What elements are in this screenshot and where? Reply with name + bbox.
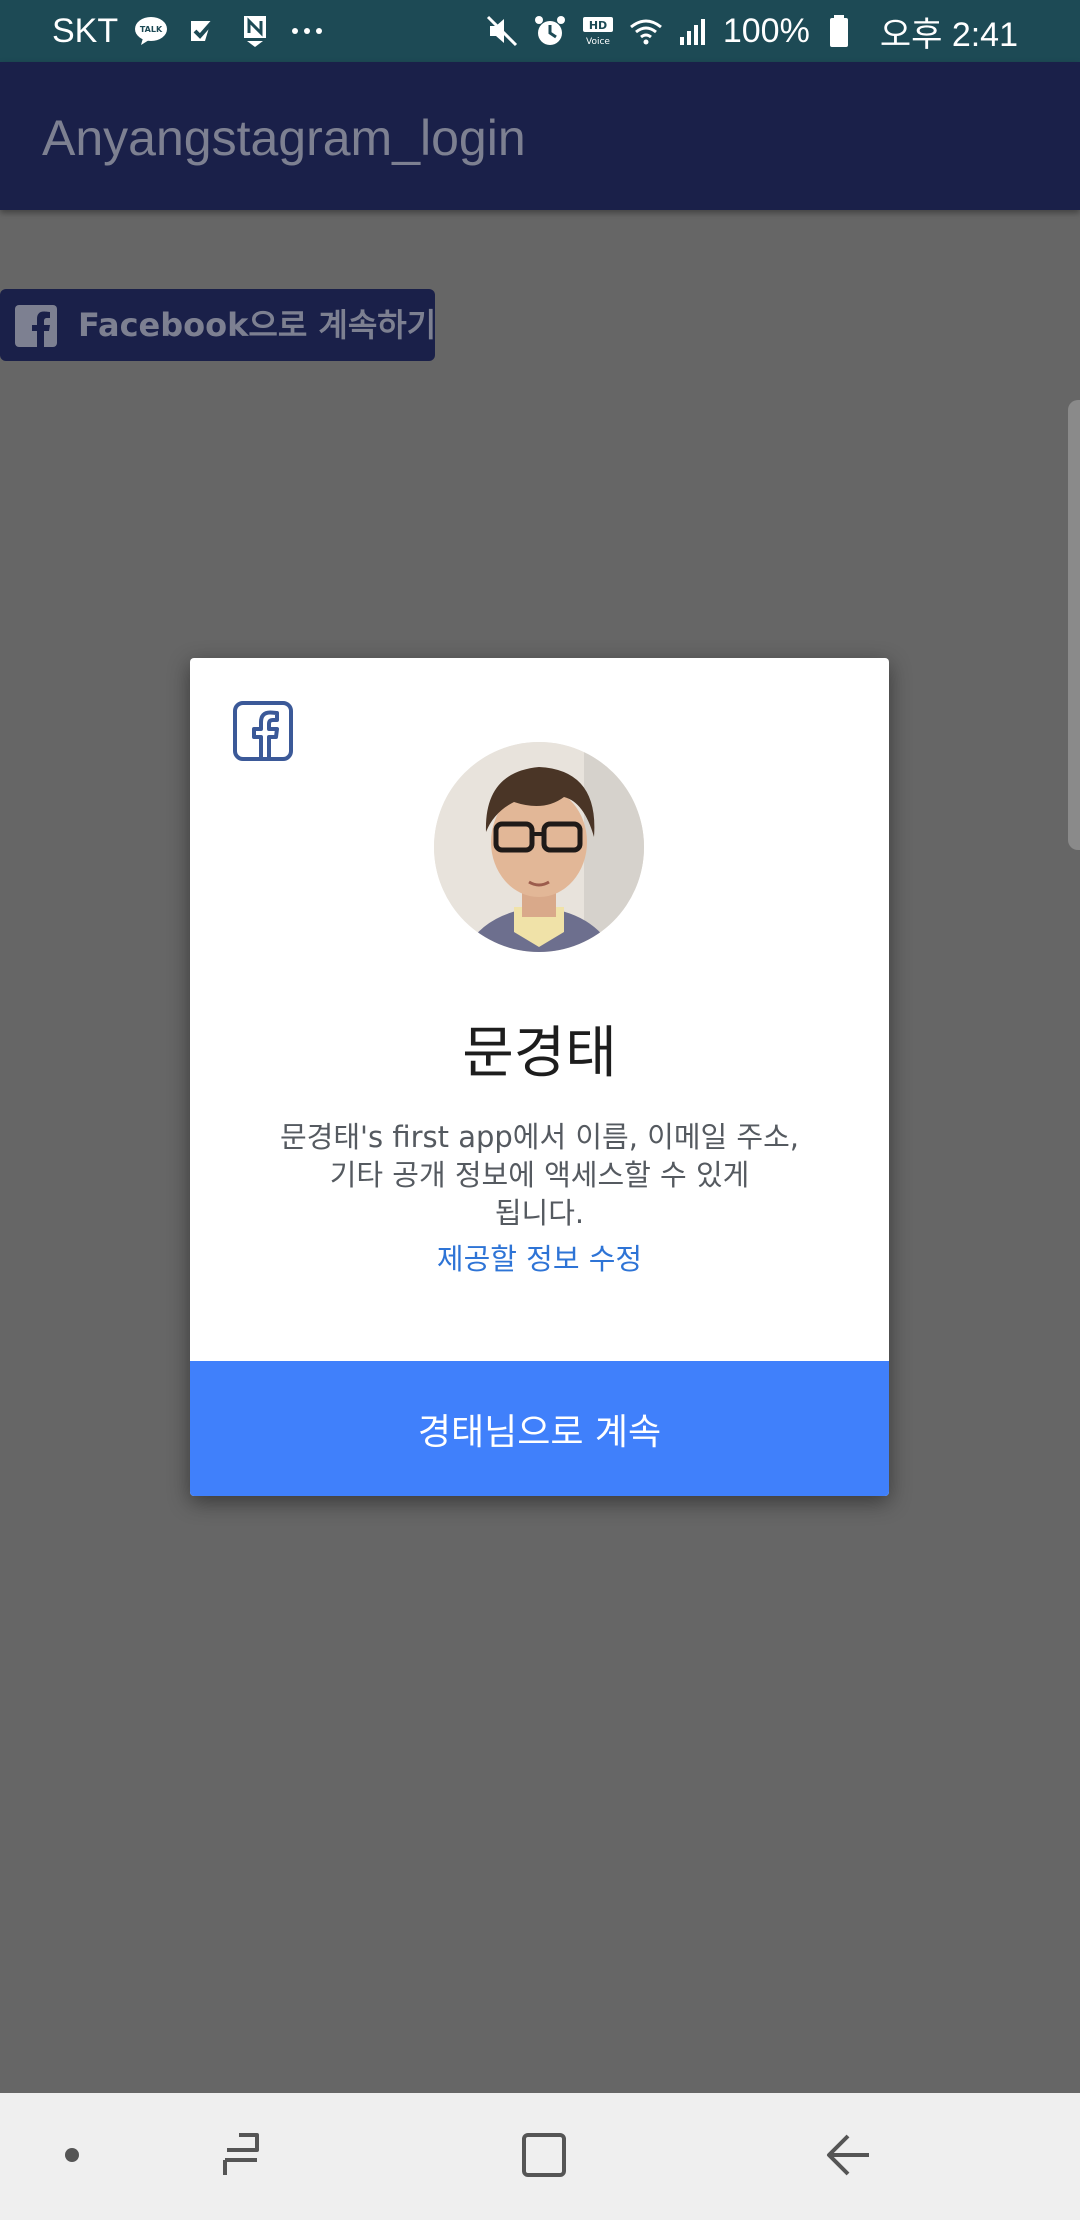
facebook-f-icon xyxy=(15,305,57,347)
back-button[interactable] xyxy=(806,2093,890,2220)
facebook-permission-dialog: 문경태 문경태's first app에서 이름, 이메일 주소, 기타 공개 … xyxy=(190,658,889,1496)
edge-panel-handle[interactable] xyxy=(1068,400,1080,850)
permission-line: 기타 공개 정보에 액세스할 수 있게 xyxy=(329,1158,750,1192)
recents-button[interactable] xyxy=(200,2093,284,2220)
recents-icon xyxy=(217,2130,267,2184)
talk-text: TALK xyxy=(140,25,163,34)
more-dots-icon xyxy=(288,12,326,50)
navigation-bar xyxy=(0,2093,1080,2220)
facebook-login-button[interactable]: Facebook으로 계속하기 xyxy=(0,289,437,361)
nav-dot-button[interactable] xyxy=(40,2093,104,2220)
facebook-logo-icon xyxy=(233,701,293,761)
clock: 오후 2:41 xyxy=(879,15,1018,54)
check-app-icon xyxy=(184,12,222,50)
status-bar: SKT TALK HD Voice 100% 오후 2:41 xyxy=(0,0,1080,62)
facebook-login-label: Facebook으로 계속하기 xyxy=(78,306,437,344)
carrier-label: SKT xyxy=(52,11,119,50)
profile-avatar xyxy=(434,742,644,952)
permission-line: 문경태's first app에서 이름, 이메일 주소, xyxy=(279,1120,800,1154)
permission-description: 문경태's first app에서 이름, 이메일 주소, 기타 공개 정보에 … xyxy=(260,1118,819,1232)
naver-icon xyxy=(236,12,274,50)
mute-icon xyxy=(483,12,521,50)
wifi-icon xyxy=(627,12,665,50)
continue-button-label: 경태님으로 계속 xyxy=(417,1411,662,1453)
user-name: 문경태 xyxy=(462,1021,617,1086)
back-icon xyxy=(823,2130,873,2184)
alarm-icon xyxy=(531,12,569,50)
continue-as-user-button[interactable]: 경태님으로 계속 xyxy=(190,1361,889,1496)
hd-voice-icon: HD Voice xyxy=(579,12,617,50)
app-title: Anyangstagram_login xyxy=(42,110,526,166)
app-bar: Anyangstagram_login xyxy=(0,62,1080,210)
dot-icon xyxy=(64,2147,80,2167)
edit-info-link[interactable]: 제공할 정보 수정 xyxy=(190,1236,889,1278)
battery-icon xyxy=(820,12,858,50)
permission-line: 됩니다. xyxy=(494,1196,585,1230)
signal-icon xyxy=(675,12,713,50)
battery-percent: 100% xyxy=(722,11,810,50)
voice-text: Voice xyxy=(586,37,610,47)
home-icon xyxy=(519,2130,569,2184)
hd-text: HD xyxy=(589,19,607,32)
home-button[interactable] xyxy=(502,2093,586,2220)
kakaotalk-icon: TALK xyxy=(132,12,170,50)
